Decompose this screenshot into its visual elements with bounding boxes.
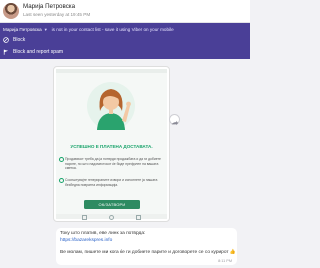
block-label: Block [13, 36, 26, 43]
block-icon [3, 36, 9, 43]
last-seen-status: Last seen yesterday at 19:45 PM [23, 12, 91, 17]
home-icon [109, 215, 114, 220]
payment-success-title: УСПЕШНО Е ПЛАТЕНА ДОСТАВАТА. [70, 144, 153, 149]
chevron-down-icon[interactable]: ▼ [44, 27, 48, 32]
text-message[interactable]: Току што платив, еве линк за потврда: ht… [56, 228, 237, 265]
recent-apps-icon [82, 215, 87, 220]
forward-icon [171, 120, 179, 126]
block-and-report-button[interactable]: Block and report spam [3, 47, 63, 56]
back-icon [136, 215, 141, 220]
bullet-item: Соопштувајте генерираните извори и испол… [59, 178, 161, 187]
block-report-label: Block and report spam [13, 48, 64, 55]
check-circle-icon [59, 178, 64, 183]
contact-name[interactable]: Марија Петровска [23, 3, 75, 10]
message-time: 8:11 PM [218, 259, 232, 263]
bullet-text: Соопштувајте генерираните извори и испол… [65, 178, 158, 187]
flag-icon [3, 49, 9, 55]
chat-header: Марија Петровска Last seen yesterday at … [0, 0, 250, 23]
forward-button[interactable] [169, 114, 180, 126]
woman-illustration-icon [87, 82, 135, 130]
spam-warning-text: Марија Петровска ▼ is not in your contac… [3, 25, 174, 33]
avatar[interactable] [3, 3, 19, 19]
image-message[interactable]: УСПЕШНО Е ПЛАТЕНА ДОСТАВАТА. Продавачот … [53, 66, 170, 222]
block-button[interactable]: Block [3, 35, 25, 44]
bullet-item: Продавачот треба да ја потврди продажбат… [59, 157, 161, 171]
message-list[interactable]: УСПЕШНО Е ПЛАТЕНА ДОСТАВАТА. Продавачот … [0, 59, 250, 268]
phone-nav-bar [56, 214, 167, 220]
check-circle-icon [59, 157, 64, 162]
message-line: Ве молам, пишете ми кога ќе ги добиете п… [60, 250, 236, 255]
screenshot-image: УСПЕШНО Е ПЛАТЕНА ДОСТАВАТА. Продавачот … [56, 69, 167, 220]
banner-message: is not in your contact list - save it us… [51, 26, 174, 32]
banner-contact-name: Марија Петровска [3, 26, 42, 32]
bullet-text: Продавачот треба да ја потврди продажбат… [65, 157, 161, 171]
ok-close-button: ОК/ЗАТВОРИ [84, 200, 140, 209]
message-line: Току што платив, еве линк за потврда: [60, 231, 146, 236]
phone-status-bar [56, 69, 167, 73]
spam-warning-banner: Марија Петровска ▼ is not in your contac… [0, 23, 250, 59]
message-link[interactable]: https://bazarekspres.info [60, 238, 112, 243]
